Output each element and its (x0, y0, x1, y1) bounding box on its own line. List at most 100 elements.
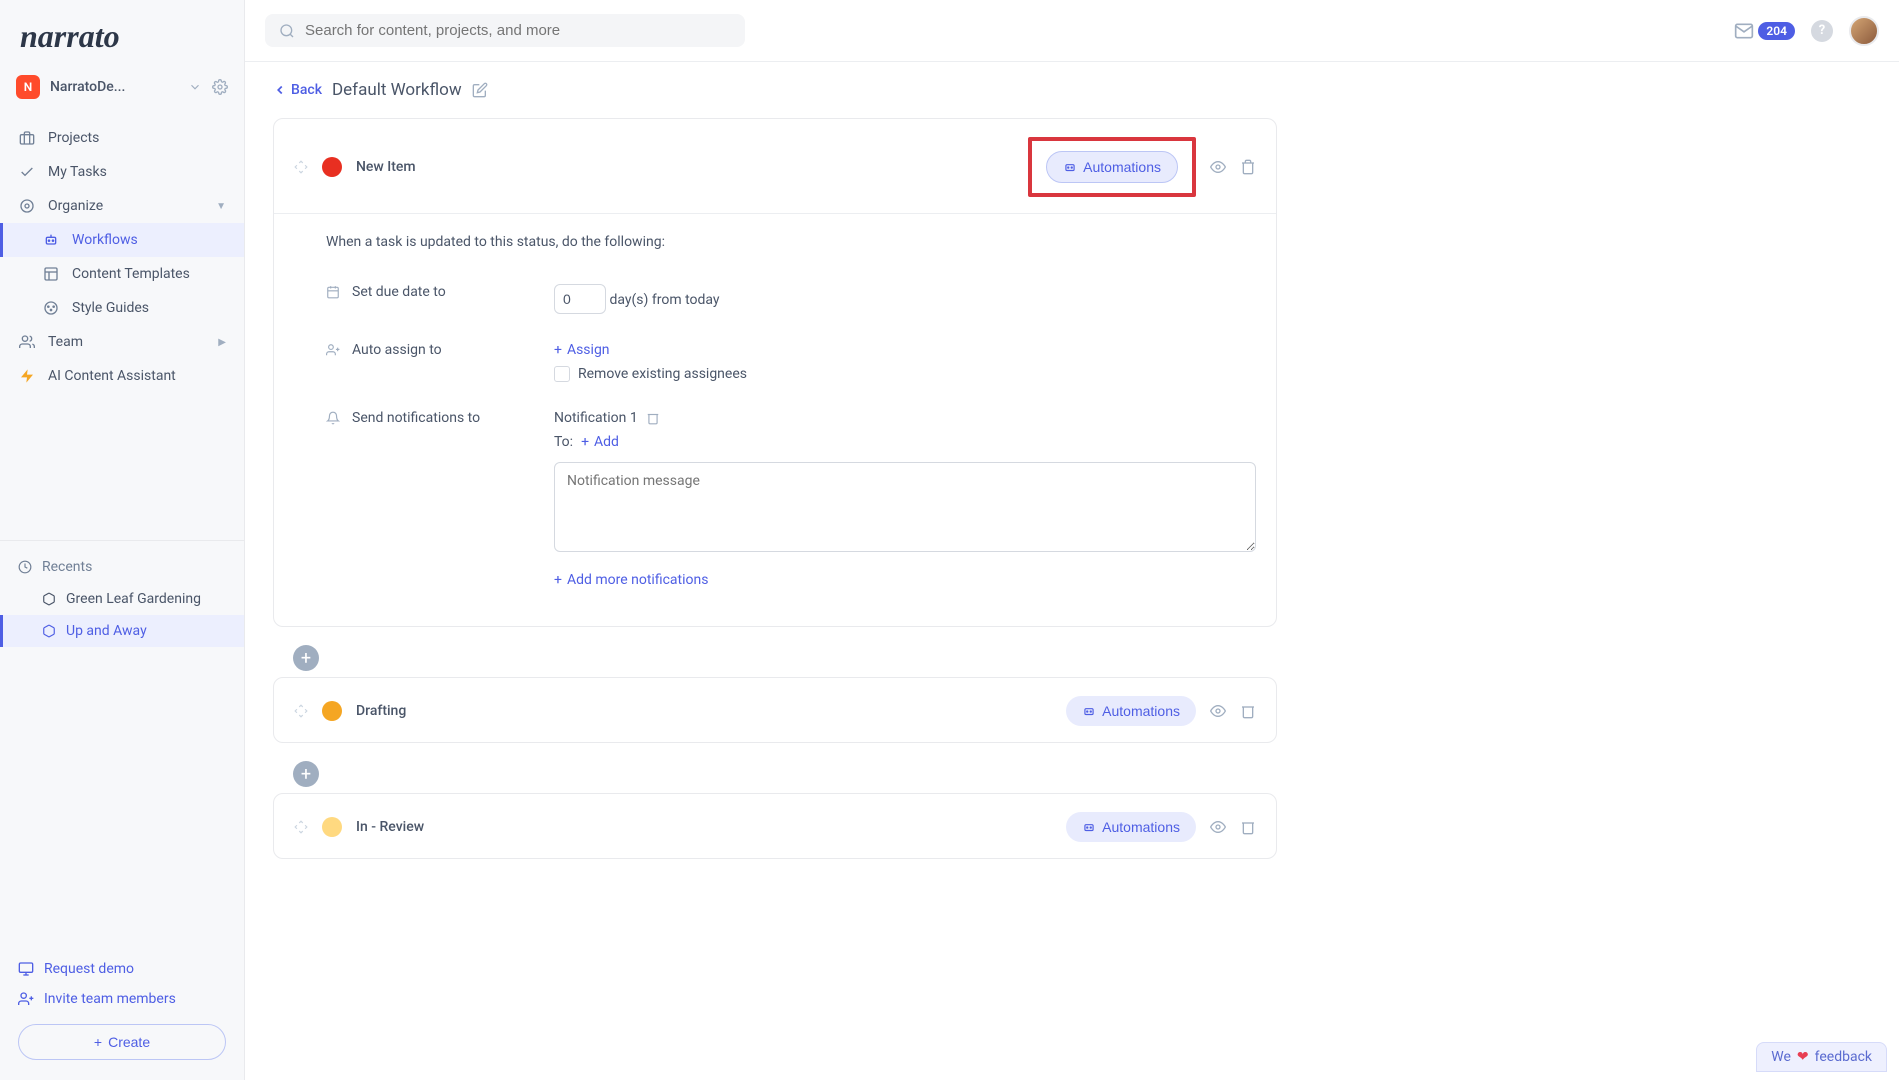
notification-title: Notification 1 (554, 410, 1256, 426)
drag-handle-icon[interactable] (294, 820, 308, 834)
body-intro: When a task is updated to this status, d… (326, 234, 1256, 250)
assign-button[interactable]: + Assign (554, 342, 610, 358)
gear-small-icon (18, 198, 36, 214)
sidebar-item-label: Content Templates (72, 266, 190, 282)
due-days-input[interactable] (554, 284, 606, 314)
row-auto-assign: Auto assign to + Assign Remove existing … (326, 328, 1256, 396)
workspace-name: NarratoDe... (50, 79, 178, 95)
trash-icon[interactable] (1240, 159, 1256, 175)
users-icon (18, 334, 36, 350)
trash-icon[interactable] (1240, 703, 1256, 719)
template-icon (42, 266, 60, 282)
row-notifications: Send notifications to Notification 1 To: (326, 396, 1256, 602)
user-plus-icon (18, 991, 34, 1007)
search-icon (279, 23, 295, 39)
status-header: New Item Automations (274, 119, 1276, 213)
status-card: Drafting Automations (273, 677, 1277, 743)
caret-down-icon: ▼ (216, 201, 226, 212)
eye-icon[interactable] (1210, 159, 1226, 175)
heart-icon: ❤ (1797, 1049, 1809, 1065)
plus-icon: + (554, 342, 562, 358)
sidebar-item-workflows[interactable]: Workflows (0, 223, 244, 257)
briefcase-icon (18, 130, 36, 146)
eye-icon[interactable] (1210, 819, 1226, 835)
user-plus-icon (326, 343, 342, 357)
plus-icon: + (581, 434, 589, 450)
status-header: Drafting Automations (274, 678, 1276, 742)
sidebar-item-label: AI Content Assistant (48, 368, 176, 384)
automations-button[interactable]: Automations (1066, 812, 1196, 842)
notifications[interactable]: 204 (1734, 21, 1795, 41)
sidebar-item-label: My Tasks (48, 164, 107, 180)
add-status-button[interactable]: + (293, 761, 319, 787)
monitor-icon (18, 961, 34, 977)
palette-icon (42, 300, 60, 316)
robot-icon (1082, 704, 1096, 718)
add-status-button[interactable]: + (293, 645, 319, 671)
search-box[interactable] (265, 14, 745, 47)
back-link[interactable]: Back (273, 82, 322, 98)
eye-icon[interactable] (1210, 703, 1226, 719)
notification-count: 204 (1758, 22, 1795, 40)
robot-icon (42, 232, 60, 248)
sidebar-item-team[interactable]: Team ▶ (0, 325, 244, 359)
bell-icon (326, 411, 342, 425)
status-body: When a task is updated to this status, d… (274, 213, 1276, 626)
feedback-pill[interactable]: We ❤ feedback (1756, 1042, 1887, 1072)
cube-icon (42, 592, 56, 606)
trash-icon[interactable] (1240, 819, 1256, 835)
status-color-dot (322, 817, 342, 837)
status-name: Drafting (356, 703, 1052, 719)
sidebar-item-styleguides[interactable]: Style Guides (0, 291, 244, 325)
robot-icon (1082, 820, 1096, 834)
sidebar-item-organize[interactable]: Organize ▼ (0, 189, 244, 223)
sidebar-item-mytasks[interactable]: My Tasks (0, 155, 244, 189)
status-name: New Item (356, 159, 1014, 175)
drag-handle-icon[interactable] (294, 160, 308, 174)
logo: narrato (0, 0, 244, 67)
invite-members-link[interactable]: Invite team members (18, 984, 226, 1014)
status-color-dot (322, 701, 342, 721)
help-icon[interactable]: ? (1811, 20, 1833, 42)
check-icon (18, 164, 36, 180)
sidebar-item-projects[interactable]: Projects (0, 121, 244, 155)
page-title: Default Workflow (332, 80, 462, 100)
sidebar-item-ai[interactable]: AI Content Assistant (0, 359, 244, 393)
recents-heading: Recents (0, 551, 244, 583)
drag-handle-icon[interactable] (294, 704, 308, 718)
status-card: New Item Automations When a task is upda… (273, 118, 1277, 627)
highlight-annotation: Automations (1028, 137, 1196, 197)
trash-icon[interactable] (646, 411, 660, 425)
workspace-switcher[interactable]: N NarratoDe... (0, 67, 244, 107)
create-button[interactable]: + Create (18, 1024, 226, 1060)
add-recipient-button[interactable]: + Add (581, 434, 619, 450)
caret-right-icon: ▶ (218, 337, 226, 348)
edit-icon[interactable] (472, 82, 488, 98)
status-color-dot (322, 157, 342, 177)
plus-icon: + (94, 1034, 102, 1050)
request-demo-link[interactable]: Request demo (18, 954, 226, 984)
sidebar: narrato N NarratoDe... Projects My Tasks (0, 0, 245, 1080)
sidebar-item-templates[interactable]: Content Templates (0, 257, 244, 291)
status-header: In - Review Automations (274, 794, 1276, 858)
sidebar-item-label: Projects (48, 130, 99, 146)
remove-assignees-checkbox[interactable] (554, 366, 570, 382)
sidebar-item-label: Team (48, 334, 83, 350)
automations-button[interactable]: Automations (1066, 696, 1196, 726)
automations-button[interactable]: Automations (1046, 151, 1178, 183)
sidebar-item-label: Workflows (72, 232, 138, 248)
bolt-icon (18, 368, 36, 384)
main: 204 ? Back Default Workflow New Item (245, 0, 1899, 1080)
add-more-notifications-button[interactable]: + Add more notifications (554, 572, 708, 588)
recent-item[interactable]: Green Leaf Gardening (0, 583, 244, 615)
avatar[interactable] (1849, 16, 1879, 46)
gear-icon[interactable] (212, 79, 228, 95)
recent-item[interactable]: Up and Away (0, 615, 244, 647)
mail-icon (1734, 21, 1754, 41)
chevron-down-icon[interactable] (188, 80, 202, 94)
notification-message-input[interactable] (554, 462, 1256, 552)
search-input[interactable] (305, 22, 731, 39)
sidebar-item-label: Style Guides (72, 300, 149, 316)
breadcrumb: Back Default Workflow (273, 80, 1277, 100)
recent-item-label: Green Leaf Gardening (66, 591, 201, 607)
